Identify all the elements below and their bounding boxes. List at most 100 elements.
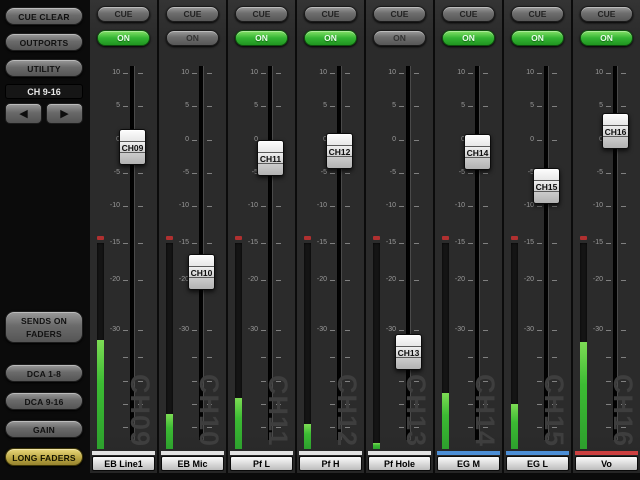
scale-tick	[621, 357, 626, 358]
fader-cap-label: CH09	[120, 141, 145, 153]
channel-name[interactable]: EB Line1	[92, 456, 155, 471]
scale-tick	[123, 243, 128, 244]
dca-1-8-button[interactable]: DCA 1-8	[5, 364, 83, 382]
scale-tick	[621, 106, 626, 107]
scale-tick	[345, 381, 350, 382]
scale-tick	[606, 106, 611, 107]
fader-cap[interactable]: CH15	[533, 168, 560, 204]
fader-track[interactable]	[337, 66, 342, 440]
scale-tick	[345, 404, 350, 405]
on-button[interactable]: ON	[166, 30, 219, 46]
fader-track[interactable]	[130, 66, 135, 440]
scale-tick	[552, 140, 557, 141]
fader-cap[interactable]: CH10	[188, 254, 215, 290]
scale-tick	[606, 206, 611, 207]
scale-tick	[468, 206, 473, 207]
scale-tick	[192, 106, 197, 107]
channel-name[interactable]: EG M	[437, 456, 500, 471]
channel-name[interactable]: EB Mic	[161, 456, 224, 471]
scale-tick	[276, 206, 281, 207]
scale-tick	[621, 330, 626, 331]
fader-cap[interactable]: CH16	[602, 113, 629, 149]
channel-number-watermark: CH10	[193, 374, 224, 447]
bank-prev-button[interactable]: ◀	[5, 103, 42, 124]
fader-cap[interactable]: CH13	[395, 334, 422, 370]
scale-tick	[468, 427, 473, 428]
scale-tick	[123, 381, 128, 382]
on-button[interactable]: ON	[304, 30, 357, 46]
level-meter-fill	[442, 393, 449, 449]
channel-name[interactable]: Pf L	[230, 456, 293, 471]
scale-tick	[552, 404, 557, 405]
channel-name[interactable]: Pf H	[299, 456, 362, 471]
level-meter-fill	[235, 398, 242, 450]
on-button[interactable]: ON	[235, 30, 288, 46]
scale-tick	[123, 280, 128, 281]
channel-name[interactable]: Vo	[575, 456, 638, 471]
scale-tick	[606, 73, 611, 74]
outports-button[interactable]: OUTPORTS	[5, 33, 83, 51]
scale-tick	[207, 173, 212, 174]
scale-tick	[621, 404, 626, 405]
scale-tick	[138, 173, 143, 174]
cue-button[interactable]: CUE	[166, 6, 219, 22]
cue-button[interactable]: CUE	[442, 6, 495, 22]
scale-tick	[207, 140, 212, 141]
scale-tick	[261, 381, 266, 382]
fader-cap[interactable]: CH12	[326, 133, 353, 169]
channel-strip: CUE ON CH11 1050-5-10-15-20-30 CH11 Pf L	[228, 0, 295, 473]
scale-tick	[621, 73, 626, 74]
cue-button[interactable]: CUE	[511, 6, 564, 22]
fader-track[interactable]	[544, 66, 549, 440]
cue-button[interactable]: CUE	[373, 6, 426, 22]
fader-track[interactable]	[475, 66, 480, 440]
dca-9-16-button[interactable]: DCA 9-16	[5, 392, 83, 410]
scale-tick	[483, 381, 488, 382]
cue-button[interactable]: CUE	[97, 6, 150, 22]
db-scale-label: -10	[368, 202, 396, 210]
fader-cap[interactable]: CH11	[257, 140, 284, 176]
scale-tick	[537, 73, 542, 74]
scale-tick	[468, 330, 473, 331]
long-faders-button[interactable]: LONG FADERS	[5, 448, 83, 466]
sends-on-faders-button[interactable]: SENDS ON FADERS	[5, 311, 83, 343]
cue-button[interactable]: CUE	[580, 6, 633, 22]
bank-next-button[interactable]: ▶	[46, 103, 83, 124]
fader-cap-label: CH13	[396, 346, 421, 358]
channel-strip: CUE ON CH15 1050-5-10-15-20-30 CH15 EG L	[504, 0, 571, 473]
cue-clear-button[interactable]: CUE CLEAR	[5, 7, 83, 25]
scale-tick	[483, 330, 488, 331]
fader-track[interactable]	[199, 66, 204, 440]
scale-tick	[399, 140, 404, 141]
on-button[interactable]: ON	[373, 30, 426, 46]
fader-track[interactable]	[406, 66, 411, 440]
db-scale-label: 10	[575, 69, 603, 77]
scale-tick	[552, 280, 557, 281]
scale-tick	[414, 173, 419, 174]
channel-strip: CUE ON CH12 1050-5-10-15-20-30 CH12 Pf H	[297, 0, 364, 473]
channel-name[interactable]: EG L	[506, 456, 569, 471]
on-button[interactable]: ON	[442, 30, 495, 46]
scale-tick	[345, 427, 350, 428]
db-scale-label: -5	[299, 169, 327, 177]
cue-button[interactable]: CUE	[235, 6, 288, 22]
scale-tick	[123, 206, 128, 207]
scale-tick	[537, 381, 542, 382]
utility-button[interactable]: UTILITY	[5, 59, 83, 77]
scale-tick	[606, 173, 611, 174]
on-button[interactable]: ON	[97, 30, 150, 46]
channel-name[interactable]: Pf Hole	[368, 456, 431, 471]
gain-button[interactable]: GAIN	[5, 420, 83, 438]
channel-color-bar	[437, 451, 500, 455]
scale-tick	[468, 73, 473, 74]
cue-button[interactable]: CUE	[304, 6, 357, 22]
on-button[interactable]: ON	[580, 30, 633, 46]
fader-cap[interactable]: CH14	[464, 134, 491, 170]
scale-tick	[399, 73, 404, 74]
fader-track[interactable]	[268, 66, 273, 440]
scale-tick	[414, 106, 419, 107]
on-button[interactable]: ON	[511, 30, 564, 46]
fader-cap[interactable]: CH09	[119, 129, 146, 165]
db-scale-label: 10	[299, 69, 327, 77]
scale-tick	[414, 243, 419, 244]
